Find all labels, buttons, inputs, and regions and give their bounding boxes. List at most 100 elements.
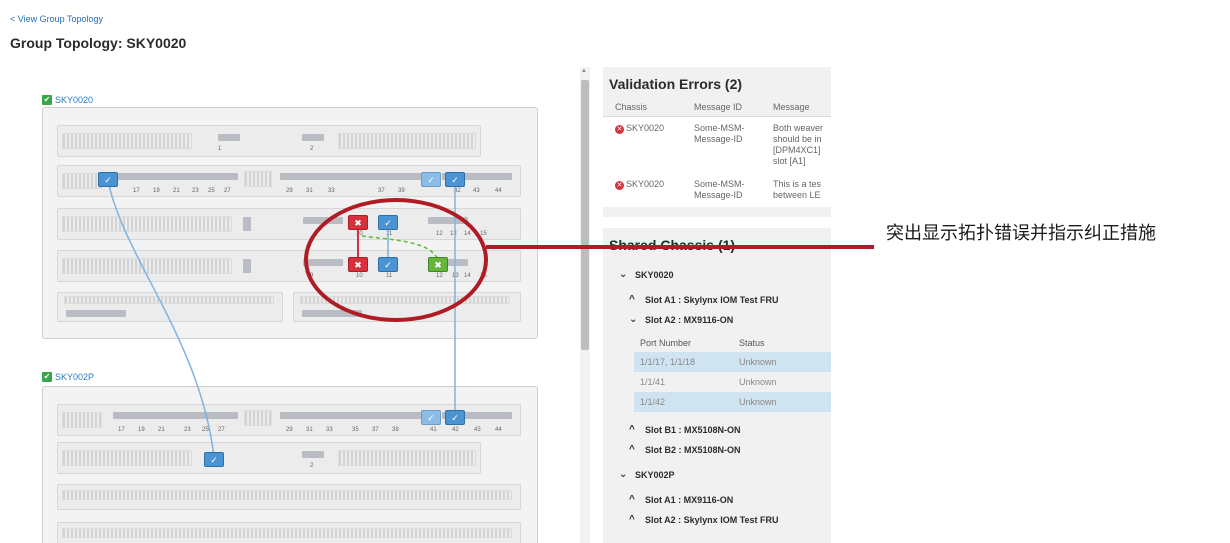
validation-errors-table: Chassis Message ID Message ✕ SKY0020 Some… (603, 98, 831, 207)
chevron-up-icon[interactable]: ^ (629, 444, 639, 455)
tree-slot-b1[interactable]: ^ Slot B1 : MX5108N-ON (629, 424, 741, 435)
tree-slot-a2[interactable]: ^ Slot A2 : Skylynx IOM Test FRU (629, 514, 779, 525)
table-row[interactable]: 1/1/41 Unknown (634, 372, 831, 392)
port-number: 23 (192, 188, 199, 194)
chevron-down-icon[interactable]: ⌄ (619, 469, 629, 480)
table-row[interactable]: 1/1/17, 1/1/18 Unknown (634, 352, 831, 372)
port-number: 21 (173, 188, 180, 194)
tree-slot-b2[interactable]: ^ Slot B2 : MX5108N-ON (629, 444, 741, 455)
port-number: 42 (452, 427, 459, 433)
shared-chassis-panel: Shared Chassis (1) ⌄ SKY0020 ^ Slot A1 :… (603, 228, 831, 543)
port-number: 44 (495, 427, 502, 433)
status-cell: Unknown (739, 377, 777, 387)
port-number: 19 (138, 427, 145, 433)
error-icon: ✕ (615, 181, 624, 190)
port-ok-icon[interactable]: ✓ (445, 410, 465, 425)
port-ok-icon[interactable]: ✓ (204, 452, 224, 467)
tree-slot-label: Slot B2 : MX5108N-ON (645, 444, 741, 455)
chevron-down-icon[interactable]: ⌄ (629, 314, 639, 325)
chevron-up-icon[interactable]: ^ (629, 494, 639, 505)
scrollbar-thumb[interactable] (581, 80, 589, 350)
message-cell: This is a tes between LE (761, 173, 831, 207)
port-number: 2 (310, 146, 314, 152)
tree-group-label: SKY0020 (635, 269, 674, 280)
tree-group-sky0020[interactable]: ⌄ SKY0020 (619, 269, 674, 280)
port-number: 33 (328, 188, 335, 194)
chevron-down-icon[interactable]: ⌄ (619, 269, 629, 280)
tree-slot-label: Slot A2 : MX9116-ON (645, 314, 734, 325)
port-number: 35 (352, 427, 359, 433)
port-number: 29 (286, 188, 293, 194)
port-number: 43 (473, 188, 480, 194)
chassis-cell: SKY0020 (626, 179, 665, 189)
port-number: 39 (392, 427, 399, 433)
port-number: 42 (454, 188, 461, 194)
chevron-up-icon[interactable]: ^ (629, 514, 639, 525)
port-number: 39 (398, 188, 405, 194)
callout-highlight-ellipse (304, 198, 488, 322)
port-cell: 1/1/42 (640, 397, 666, 407)
port-number: 19 (153, 188, 160, 194)
port-number: 41 (430, 427, 437, 433)
status-cell: Unknown (739, 397, 777, 407)
port-number: 25 (208, 188, 215, 194)
back-link-view-group-topology[interactable]: < View Group Topology (10, 14, 103, 24)
port-number: 23 (184, 427, 191, 433)
port-number: 2 (310, 463, 314, 469)
slot-row: 1 2 (57, 125, 481, 157)
chevron-up-icon[interactable]: ^ (629, 424, 639, 435)
column-header: Port Number (640, 338, 692, 348)
chassis-label-sky002p[interactable]: ✔ SKY002P (42, 372, 94, 382)
chassis-name: SKY002P (55, 372, 95, 382)
validation-errors-title: Validation Errors (2) (609, 76, 743, 92)
status-cell: Unknown (739, 357, 777, 367)
table-row[interactable]: ✕ SKY0020 Some-MSM-Message-ID This is a t… (603, 173, 831, 207)
table-row[interactable]: 1/1/42 Unknown (634, 392, 831, 412)
tree-slot-a2[interactable]: ⌄ Slot A2 : MX9116-ON (629, 314, 733, 325)
chevron-up-icon[interactable]: ^ (629, 294, 639, 305)
port-number: 17 (133, 188, 140, 194)
checkbox-checked-icon[interactable]: ✔ (42, 95, 52, 105)
port-ok-icon[interactable]: ✓ (445, 172, 465, 187)
port-number: 1 (218, 146, 222, 152)
port-cell: 1/1/41 (640, 377, 666, 387)
port-number: 44 (495, 188, 502, 194)
port-number: 31 (306, 427, 313, 433)
tree-slot-label: Slot B1 : MX5108N-ON (645, 424, 741, 435)
shared-chassis-title: Shared Chassis (1) (603, 228, 831, 259)
slot-row (57, 484, 521, 510)
tree-slot-a1[interactable]: ^ Slot A1 : Skylynx IOM Test FRU (629, 294, 779, 305)
column-header: Chassis (603, 98, 682, 117)
port-number: 25 (202, 427, 209, 433)
error-icon: ✕ (615, 125, 624, 134)
column-header: Message (761, 98, 831, 117)
port-number: 21 (158, 427, 165, 433)
column-header: Status (739, 338, 765, 348)
callout-text: 突出显示拓扑错误并指示纠正措施 (886, 223, 1156, 244)
table-row[interactable]: ✕ SKY0020 Some-MSM-Message-ID Both weaver… (603, 116, 831, 173)
port-number: 31 (306, 188, 313, 194)
tree-group-sky002p[interactable]: ⌄ SKY002P (619, 469, 675, 480)
port-number: 37 (372, 427, 379, 433)
port-number: 37 (378, 188, 385, 194)
chassis-label-sky0020[interactable]: ✔ SKY0020 (42, 95, 93, 105)
callout-leader-line (486, 245, 874, 249)
port-ok-icon[interactable]: ✓ (421, 410, 441, 425)
scroll-up-icon[interactable]: ▲ (581, 68, 587, 74)
port-number: 27 (218, 427, 225, 433)
tree-slot-a1[interactable]: ^ Slot A1 : MX9116-ON (629, 494, 733, 505)
slot-row (57, 292, 283, 322)
checkbox-checked-icon[interactable]: ✔ (42, 372, 52, 382)
port-ok-icon[interactable]: ✓ (98, 172, 118, 187)
message-id-cell: Some-MSM-Message-ID (682, 173, 761, 207)
slot-row (57, 522, 521, 543)
message-id-cell: Some-MSM-Message-ID (682, 116, 761, 173)
chassis-cell: SKY0020 (626, 123, 665, 133)
port-ok-icon[interactable]: ✓ (421, 172, 441, 187)
page-title: Group Topology: SKY0020 (10, 35, 187, 51)
port-number: 43 (474, 427, 481, 433)
topology-canvas[interactable]: ✔ SKY0020 1 2 17 19 21 23 25 27 29 31 33… (0, 60, 580, 543)
chassis-name: SKY0020 (55, 95, 94, 105)
slot-row: 2 (57, 442, 481, 474)
tree-group-label: SKY002P (635, 469, 675, 480)
